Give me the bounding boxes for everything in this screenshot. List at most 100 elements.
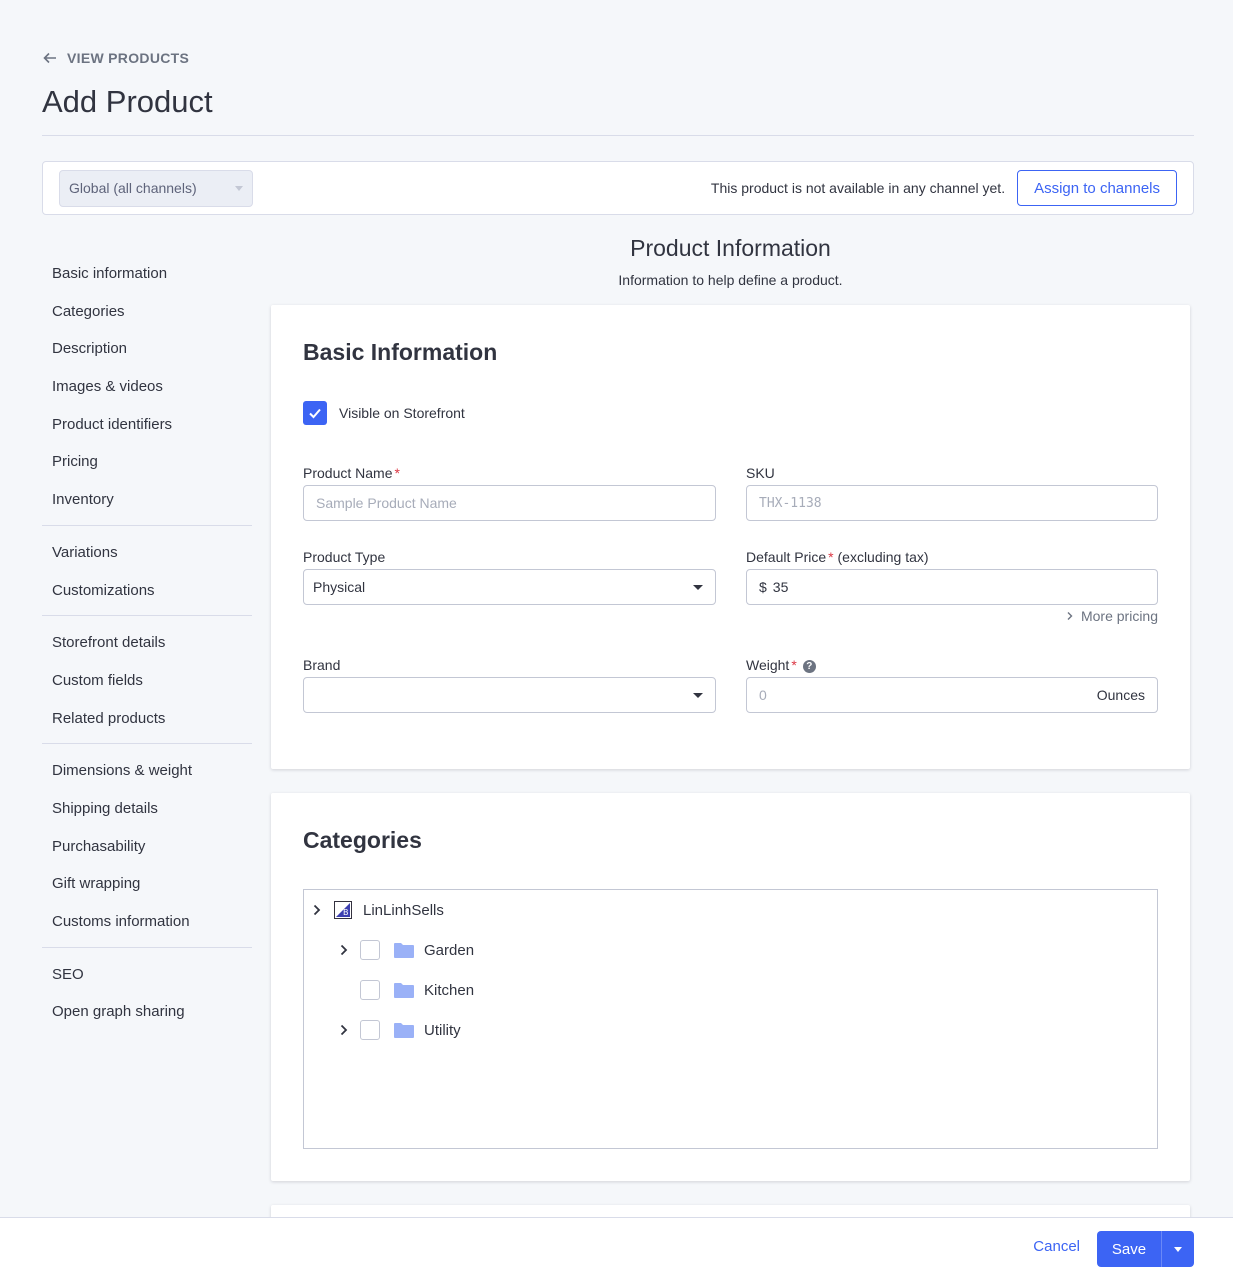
nav-item-customizations[interactable]: Customizations <box>42 572 252 610</box>
folder-icon <box>394 943 414 958</box>
nav-item-description[interactable]: Description <box>42 330 252 368</box>
channel-bar: Global (all channels) This product is no… <box>42 161 1194 215</box>
category-label-garden: Garden <box>424 941 475 959</box>
nav-item-variations[interactable]: Variations <box>42 534 252 572</box>
arrow-left-icon <box>43 52 56 64</box>
default-price-value: 35 <box>772 579 789 595</box>
nav-item-categories[interactable]: Categories <box>42 293 252 331</box>
category-checkbox[interactable] <box>360 940 380 960</box>
category-label-utility: Utility <box>424 1021 461 1039</box>
brand-label: Brand <box>303 657 341 673</box>
default-price-label: Default Price * (excluding tax) <box>746 549 929 565</box>
chevron-right-icon[interactable] <box>310 903 324 917</box>
sku-placeholder: THX-1138 <box>759 495 822 511</box>
nav-group: Storefront details Custom fields Related… <box>42 624 252 745</box>
header-divider <box>42 135 1194 136</box>
sku-label: SKU <box>746 465 775 481</box>
back-label: VIEW PRODUCTS <box>67 50 190 66</box>
product-name-label-text: Product Name <box>303 465 393 481</box>
nav-item-related-products[interactable]: Related products <box>42 700 252 738</box>
product-name-label: Product Name * <box>303 465 400 481</box>
nav-group: SEO Open graph sharing <box>42 956 252 1037</box>
visible-on-storefront-label: Visible on Storefront <box>339 405 465 421</box>
side-nav: Basic information Categories Description… <box>42 255 252 1045</box>
required-marker: * <box>394 465 400 481</box>
footer-action-bar: Cancel Save <box>0 1217 1233 1275</box>
weight-label-text: Weight <box>746 657 790 673</box>
nav-item-storefront-details[interactable]: Storefront details <box>42 624 252 662</box>
nav-item-basic-information[interactable]: Basic information <box>42 255 252 293</box>
section-subtitle: Information to help define a product. <box>618 272 843 288</box>
nav-item-customs-information[interactable]: Customs information <box>42 903 252 941</box>
categories-title: Categories <box>303 827 422 853</box>
chevron-right-icon[interactable] <box>337 943 351 957</box>
basic-information-title: Basic Information <box>303 339 498 365</box>
cancel-button[interactable]: Cancel <box>1033 1238 1080 1255</box>
weight-label: Weight *? <box>746 657 816 673</box>
nav-item-inventory[interactable]: Inventory <box>42 481 252 519</box>
channel-availability-note: This product is not available in any cha… <box>710 180 1006 196</box>
caret-down-icon <box>693 584 703 590</box>
chevron-right-icon[interactable] <box>337 1023 351 1037</box>
default-price-input[interactable]: $ 35 <box>746 569 1158 605</box>
product-type-value: Physical <box>313 579 366 595</box>
visible-on-storefront-checkbox[interactable] <box>303 401 327 425</box>
category-checkbox[interactable] <box>360 1020 380 1040</box>
caret-down-icon <box>1174 1246 1182 1252</box>
help-icon[interactable]: ? <box>802 659 816 673</box>
weight-input[interactable]: 0 Ounces <box>746 677 1158 713</box>
category-label-kitchen: Kitchen <box>424 981 475 999</box>
default-price-suffix: (excluding tax) <box>837 549 929 565</box>
save-button[interactable]: Save <box>1097 1231 1161 1267</box>
root-category-label: LinLinhSells <box>363 901 444 919</box>
product-type-label: Product Type <box>303 549 386 565</box>
nav-item-images-videos[interactable]: Images & videos <box>42 368 252 406</box>
nav-item-custom-fields[interactable]: Custom fields <box>42 662 252 700</box>
weight-placeholder: 0 <box>759 687 767 703</box>
nav-group: Basic information Categories Description… <box>42 255 252 526</box>
store-logo-icon: B <box>334 901 352 919</box>
nav-item-product-identifiers[interactable]: Product identifiers <box>42 406 252 444</box>
page-title: Add Product <box>42 84 213 119</box>
back-to-products-link[interactable]: VIEW PRODUCTS <box>42 50 189 66</box>
brand-select[interactable] <box>303 677 716 713</box>
required-marker: * <box>791 657 797 673</box>
currency-symbol: $ <box>759 579 767 595</box>
save-button-group: Save <box>1097 1231 1194 1267</box>
product-name-placeholder: Sample Product Name <box>316 495 457 511</box>
folder-icon <box>394 983 414 998</box>
weight-unit: Ounces <box>1096 687 1145 703</box>
save-options-dropdown[interactable] <box>1161 1231 1194 1267</box>
product-name-input[interactable]: Sample Product Name <box>303 485 716 521</box>
nav-item-dimensions-weight[interactable]: Dimensions & weight <box>42 752 252 790</box>
channel-select-value: Global (all channels) <box>69 180 197 196</box>
chevron-right-icon <box>1067 612 1073 620</box>
more-pricing-label: More pricing <box>1080 608 1158 624</box>
nav-item-open-graph-sharing[interactable]: Open graph sharing <box>42 993 252 1031</box>
sku-input[interactable]: THX-1138 <box>746 485 1158 521</box>
tree-row-kitchen: Kitchen <box>360 980 474 1000</box>
category-tree: B LinLinhSells Garden Kitchen Utility <box>303 889 1158 1149</box>
nav-item-purchasability[interactable]: Purchasability <box>42 828 252 866</box>
svg-text:B: B <box>343 908 349 917</box>
nav-group: Dimensions & weight Shipping details Pur… <box>42 752 252 948</box>
required-marker: * <box>828 549 834 565</box>
caret-down-icon <box>235 185 243 191</box>
categories-card: Categories B LinLinhSells Garden Kitchen… <box>271 793 1190 1181</box>
product-type-select[interactable]: Physical <box>303 569 716 605</box>
nav-item-shipping-details[interactable]: Shipping details <box>42 790 252 828</box>
nav-item-pricing[interactable]: Pricing <box>42 443 252 481</box>
checkmark-icon <box>309 408 321 419</box>
tree-row-root: B LinLinhSells <box>310 901 444 919</box>
more-pricing-link[interactable]: More pricing <box>1065 608 1158 624</box>
nav-group: Variations Customizations <box>42 534 252 617</box>
section-title: Product Information <box>630 235 831 261</box>
tree-row-utility: Utility <box>337 1020 461 1040</box>
nav-item-seo[interactable]: SEO <box>42 956 252 994</box>
folder-icon <box>394 1023 414 1038</box>
default-price-label-text: Default Price <box>746 549 827 565</box>
category-checkbox[interactable] <box>360 980 380 1000</box>
assign-to-channels-button[interactable]: Assign to channels <box>1017 170 1177 206</box>
channel-select[interactable]: Global (all channels) <box>59 169 253 207</box>
nav-item-gift-wrapping[interactable]: Gift wrapping <box>42 865 252 903</box>
